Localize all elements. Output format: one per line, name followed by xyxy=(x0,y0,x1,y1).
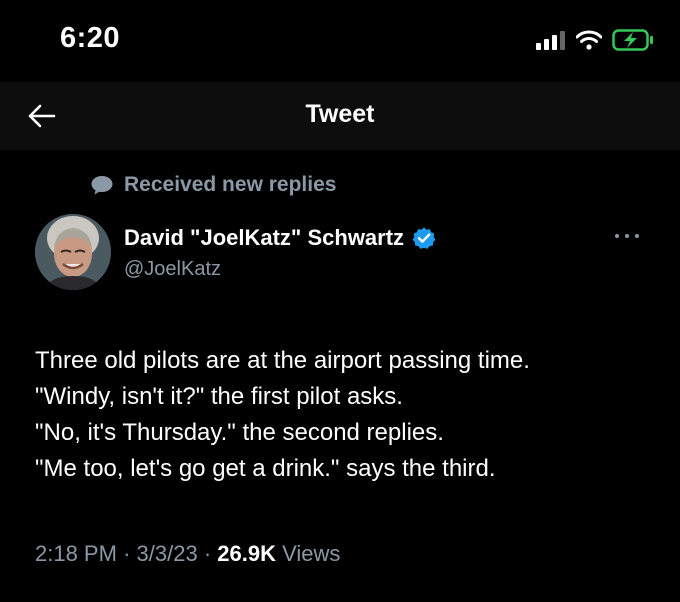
meta-separator: · xyxy=(203,541,212,566)
cellular-signal-icon xyxy=(536,31,565,50)
author-handle[interactable]: @JoelKatz xyxy=(124,258,221,281)
status-icons xyxy=(536,28,654,52)
tweet-line: "Me too, let's go get a drink." says the… xyxy=(35,455,496,482)
tweet-line: "Windy, isn't it?" the first pilot asks. xyxy=(35,383,403,410)
tweet-meta: 2:18 PM · 3/3/23 · 26.9K Views xyxy=(35,541,340,567)
speech-bubble-icon xyxy=(91,176,113,195)
page-title: Tweet xyxy=(305,100,375,128)
avatar-image xyxy=(35,214,111,290)
nav-bar: Tweet xyxy=(0,82,680,150)
views-label: Views xyxy=(282,541,341,566)
tweet-date[interactable]: 3/3/23 xyxy=(137,541,198,566)
author-name[interactable]: David "JoelKatz" Schwartz xyxy=(124,225,436,251)
avatar[interactable] xyxy=(35,214,111,290)
status-time: 6:20 xyxy=(60,22,121,54)
views-count[interactable]: 26.9K xyxy=(217,541,276,566)
tweet-line: "No, it's Thursday." the second replies. xyxy=(35,419,444,446)
received-replies-label: Received new replies xyxy=(124,173,337,196)
author-name-text: David "JoelKatz" Schwartz xyxy=(124,225,405,250)
tweet-text: Three old pilots are at the airport pass… xyxy=(35,343,675,487)
status-bar: 6:20 xyxy=(0,0,680,82)
verified-badge-icon xyxy=(412,227,436,249)
received-replies-notice[interactable]: Received new replies xyxy=(90,173,336,197)
tweet-detail: Received new replies David "JoelKatz" Sc… xyxy=(0,150,680,602)
more-options-icon[interactable] xyxy=(612,230,642,242)
wifi-icon xyxy=(576,30,602,50)
tweet-time[interactable]: 2:18 PM xyxy=(35,541,117,566)
tweet-line: Three old pilots are at the airport pass… xyxy=(35,347,530,374)
meta-separator: · xyxy=(123,541,131,566)
battery-charging-icon xyxy=(612,29,653,51)
